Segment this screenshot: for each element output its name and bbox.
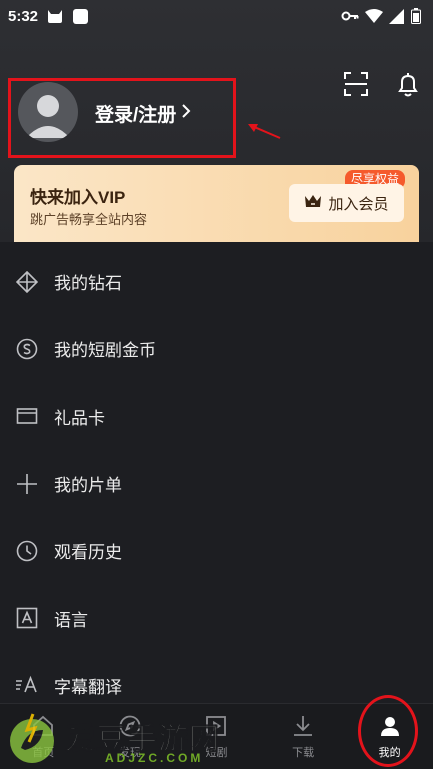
watermark-logo-icon <box>5 712 59 766</box>
vpn-key-icon <box>341 10 359 22</box>
cat-notification-icon <box>46 8 64 24</box>
menu-item-language[interactable]: 语言 <box>0 584 433 651</box>
plus-icon <box>15 472 39 496</box>
menu-item-diamonds[interactable]: 我的钻石 <box>0 248 433 315</box>
diamond-icon <box>15 270 39 294</box>
watermark: 爱豆手游网 ADJZC.COM <box>5 708 245 768</box>
menu-item-playlist[interactable]: 我的片单 <box>0 450 433 517</box>
subtitle-translate-icon <box>15 673 39 697</box>
watermark-domain: ADJZC.COM <box>105 751 204 765</box>
menu-item-label: 语言 <box>54 610 88 630</box>
crown-icon <box>304 193 322 213</box>
menu-item-label: 字幕翻译 <box>54 677 122 697</box>
card-icon <box>15 404 39 428</box>
scan-icon[interactable] <box>342 70 370 98</box>
menu-item-label: 我的片单 <box>54 476 122 496</box>
menu-item-label: 我的短剧金币 <box>54 341 156 361</box>
wifi-icon <box>365 8 383 24</box>
vip-title: 快来加入VIP <box>30 188 126 207</box>
menu-item-label: 观看历史 <box>54 543 122 563</box>
clock-icon <box>15 539 39 563</box>
annotation-arrow-icon <box>244 118 284 142</box>
signal-icon <box>389 8 405 24</box>
menu-list: 我的钻石 我的短剧金币 礼品卡 我的片单 观看历史 语言 字幕翻译 <box>0 248 433 719</box>
nav-label: 下载 <box>292 747 315 759</box>
square-notification-icon <box>72 8 89 25</box>
vip-subtitle: 跳广告畅享全站内容 <box>30 212 148 227</box>
nav-download[interactable]: 下载 <box>260 704 347 769</box>
menu-item-history[interactable]: 观看历史 <box>0 517 433 584</box>
download-icon <box>290 713 316 739</box>
status-bar: 5:32 <box>0 0 433 32</box>
menu-item-gift-card[interactable]: 礼品卡 <box>0 383 433 450</box>
menu-item-label: 我的钻石 <box>54 274 122 294</box>
status-time: 5:32 <box>8 7 39 25</box>
coin-icon <box>15 337 39 361</box>
menu-item-label: 礼品卡 <box>54 408 105 428</box>
annotation-highlight-box <box>8 78 236 158</box>
battery-icon <box>411 8 421 24</box>
vip-card[interactable]: 快来加入VIP 跳广告畅享全站内容 尽享权益 加入会员 <box>14 165 419 242</box>
join-vip-button[interactable]: 加入会员 <box>289 184 404 222</box>
join-vip-label: 加入会员 <box>328 195 389 213</box>
notification-bell-icon[interactable] <box>394 70 422 98</box>
language-icon <box>15 606 39 630</box>
annotation-highlight-circle <box>358 695 418 767</box>
menu-item-coins[interactable]: 我的短剧金币 <box>0 315 433 382</box>
